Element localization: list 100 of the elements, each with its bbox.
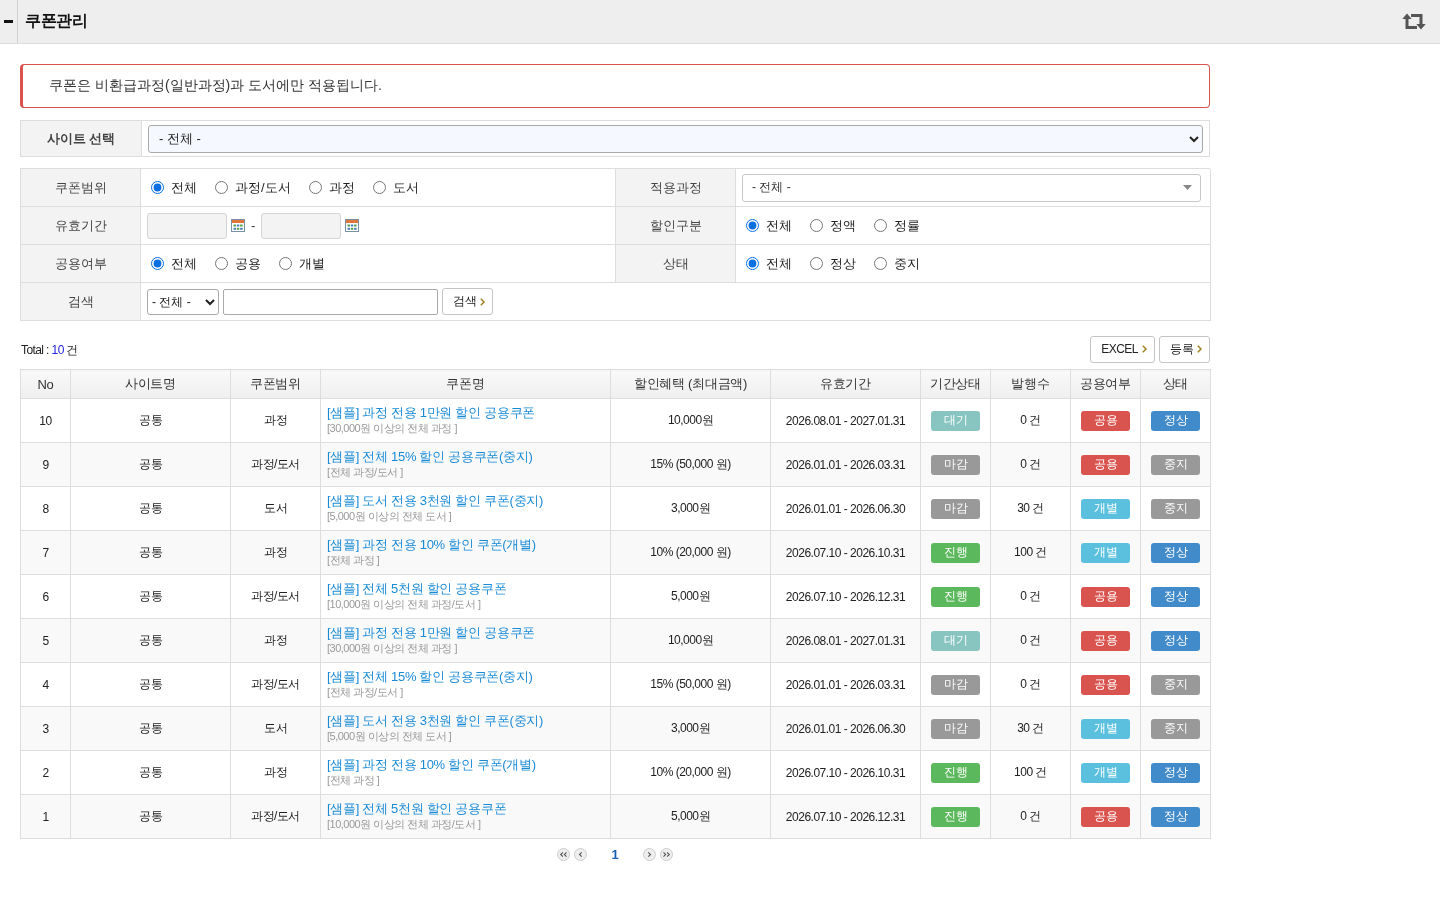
last-page-icon[interactable]	[659, 848, 673, 861]
radio-button[interactable]	[874, 219, 887, 232]
total-count: Total : 10 건	[20, 341, 78, 359]
field-label: 쿠폰범위	[21, 169, 141, 207]
radio-button[interactable]	[372, 181, 386, 194]
site-select[interactable]: - 전체 -	[148, 124, 1203, 153]
radio-label[interactable]: 정상	[830, 254, 856, 273]
column-header: 유효기간	[770, 369, 921, 399]
coupon-link[interactable]: [샘플] 전체 15% 할인 공용쿠폰(중지)	[327, 449, 533, 465]
radio-label[interactable]: 공용	[235, 254, 261, 273]
date-input[interactable]	[147, 212, 227, 239]
shared-badge: 공용	[1081, 806, 1130, 827]
course-dropdown[interactable]: - 전체 -	[742, 173, 1201, 202]
coupon-link[interactable]: [샘플] 과정 전용 10% 할인 쿠폰(개별)	[327, 757, 536, 773]
field-label: 공용여부	[21, 245, 141, 283]
table-cell: 0 건	[990, 618, 1071, 663]
calendar-icon[interactable]	[345, 219, 360, 232]
status-badge: 중지	[1151, 718, 1200, 739]
table-cell: 과정/도서	[230, 794, 321, 839]
period-status-badge: 진행	[931, 806, 980, 827]
table-cell: 10% (20,000 원)	[610, 750, 771, 795]
search-button[interactable]: 검색	[442, 288, 493, 315]
action-button[interactable]: EXCEL	[1090, 335, 1155, 363]
range-separator: -	[251, 218, 256, 233]
table-cell: 과정/도서	[230, 442, 321, 487]
column-header: 기간상태	[920, 369, 991, 399]
status-badge: 정상	[1151, 762, 1200, 783]
radio-button[interactable]	[810, 257, 823, 270]
search-type-select[interactable]: - 전체 -	[147, 288, 219, 315]
table-cell: 공통	[70, 398, 231, 443]
period-status-badge: 진행	[931, 762, 980, 783]
period-status-badge: 대기	[931, 410, 980, 431]
table-cell: 0 건	[990, 794, 1071, 839]
coupon-link[interactable]: [샘플] 전체 5천원 할인 공용쿠폰	[327, 801, 507, 817]
coupon-link[interactable]: [샘플] 도서 전용 3천원 할인 쿠폰(중지)	[327, 713, 543, 729]
table-cell: 0 건	[990, 662, 1071, 707]
radio-button[interactable]	[151, 257, 164, 270]
table-cell: 0 건	[990, 398, 1071, 443]
radio-button[interactable]	[746, 257, 759, 270]
radio-label[interactable]: 전체	[766, 216, 792, 235]
field-label: 유효기간	[21, 207, 141, 245]
coupon-condition: [전체 과정/도서 ]	[327, 465, 403, 480]
date-input[interactable]	[261, 212, 342, 239]
radio-button[interactable]	[810, 219, 823, 232]
previous-page-icon[interactable]	[574, 848, 588, 861]
chevron-right-icon	[1142, 345, 1147, 353]
coupon-link[interactable]: [샘플] 전체 5천원 할인 공용쿠폰	[327, 581, 507, 597]
table-cell: 2026.07.10 - 2026.10.31	[770, 530, 921, 575]
radio-button[interactable]	[151, 181, 164, 194]
status-badge: 정상	[1151, 586, 1200, 607]
coupon-link[interactable]: [샘플] 전체 15% 할인 공용쿠폰(중지)	[327, 669, 533, 685]
chevron-right-icon	[480, 297, 485, 306]
coupon-condition: [전체 과정 ]	[327, 553, 380, 568]
action-button[interactable]: 등록	[1159, 335, 1210, 363]
table-cell: 100 건	[990, 750, 1071, 795]
first-page-icon[interactable]	[557, 848, 571, 861]
radio-label[interactable]: 과정	[328, 178, 355, 197]
column-header: 쿠폰명	[320, 369, 611, 399]
table-cell: 과정	[230, 398, 321, 443]
table-cell: 공통	[70, 706, 231, 751]
calendar-icon[interactable]	[231, 219, 245, 232]
coupon-condition: [전체 과정 ]	[327, 773, 380, 788]
radio-label[interactable]: 정률	[894, 216, 920, 235]
page-number[interactable]: 1	[611, 847, 619, 862]
coupon-link[interactable]: [샘플] 도서 전용 3천원 할인 쿠폰(중지)	[327, 493, 543, 509]
radio-button[interactable]	[215, 257, 228, 270]
next-page-icon[interactable]	[642, 848, 656, 861]
table-cell: 공통	[70, 662, 231, 707]
radio-label[interactable]: 개별	[299, 254, 325, 273]
radio-button[interactable]	[746, 219, 759, 232]
radio-label[interactable]: 과정/도서	[235, 178, 291, 197]
radio-label[interactable]: 도서	[392, 178, 419, 197]
radio-button[interactable]	[308, 181, 322, 194]
table-cell: 과정	[230, 530, 321, 575]
search-input[interactable]	[223, 288, 438, 315]
radio-label[interactable]: 정액	[830, 216, 856, 235]
period-status-badge: 대기	[931, 630, 980, 651]
radio-label[interactable]: 전체	[766, 254, 792, 273]
coupon-condition: [30,000원 이상의 전체 과정 ]	[327, 641, 457, 656]
radio-label[interactable]: 중지	[894, 254, 920, 273]
coupon-link[interactable]: [샘플] 과정 전용 10% 할인 쿠폰(개별)	[327, 537, 536, 553]
repeat-icon[interactable]	[1402, 13, 1426, 30]
status-badge: 중지	[1151, 674, 1200, 695]
period-status-badge: 마감	[931, 674, 980, 695]
radio-button[interactable]	[279, 257, 292, 270]
radio-label[interactable]: 전체	[171, 254, 197, 273]
coupon-link[interactable]: [샘플] 과정 전용 1만원 할인 공용쿠폰	[327, 625, 535, 641]
column-header: 쿠폰범위	[230, 369, 321, 399]
column-header: 할인혜택 (최대금액)	[610, 369, 771, 399]
coupon-condition: [30,000원 이상의 전체 과정 ]	[327, 421, 457, 436]
radio-button[interactable]	[215, 181, 228, 194]
table-cell: 100 건	[990, 530, 1071, 575]
coupon-link[interactable]: [샘플] 과정 전용 1만원 할인 공용쿠폰	[327, 405, 535, 421]
table-cell: 10,000원	[610, 618, 771, 663]
table-cell: 6	[20, 574, 71, 619]
shared-badge: 공용	[1081, 454, 1130, 475]
table-cell: 공통	[70, 442, 231, 487]
radio-label[interactable]: 전체	[171, 178, 197, 197]
radio-button[interactable]	[874, 257, 887, 270]
column-header: 상태	[1140, 369, 1211, 399]
